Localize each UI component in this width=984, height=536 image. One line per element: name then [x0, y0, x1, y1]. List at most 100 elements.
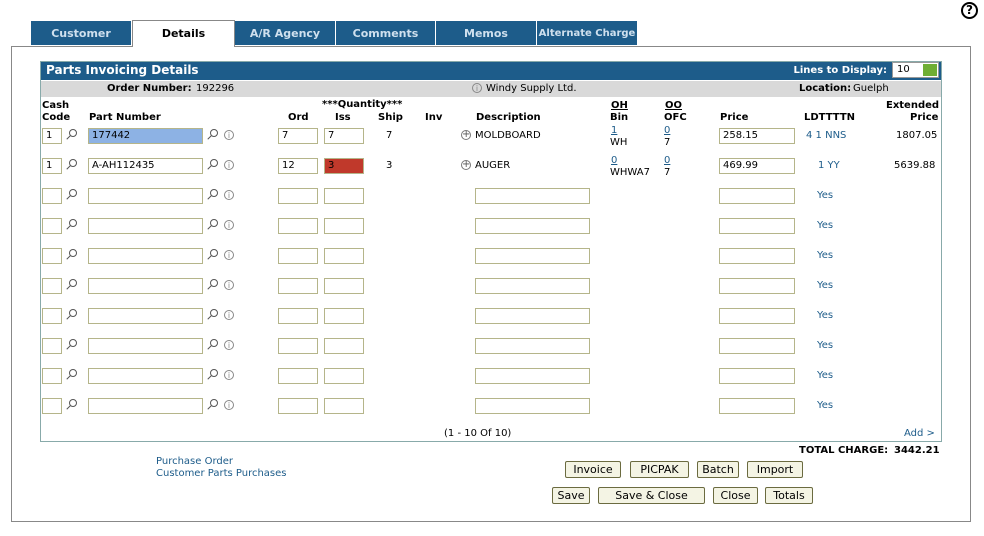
iss-input[interactable] — [324, 218, 364, 234]
part-number-input[interactable] — [88, 308, 203, 324]
part-number-input[interactable] — [88, 278, 203, 294]
expand-plus-icon[interactable]: + — [461, 160, 471, 170]
cash-code-input[interactable] — [42, 248, 62, 264]
close-button[interactable]: Close — [713, 487, 758, 504]
ldt-link[interactable]: Yes — [817, 370, 833, 381]
cash-code-input[interactable] — [42, 218, 62, 234]
ord-input[interactable]: 12 — [278, 158, 318, 174]
chevron-down-icon[interactable] — [923, 64, 937, 76]
part-number-input[interactable] — [88, 248, 203, 264]
ord-input[interactable] — [278, 368, 318, 384]
ldt-link[interactable]: Yes — [817, 400, 833, 411]
info-icon[interactable]: i — [224, 250, 234, 260]
info-icon[interactable]: i — [224, 340, 234, 350]
info-icon[interactable]: i — [224, 190, 234, 200]
ord-input[interactable] — [278, 248, 318, 264]
part-number-input[interactable]: 177442 — [88, 128, 203, 144]
ord-input[interactable] — [278, 308, 318, 324]
search-icon[interactable] — [206, 129, 218, 141]
part-number-input[interactable] — [88, 398, 203, 414]
search-icon[interactable] — [206, 309, 218, 321]
tab-alternate-charge[interactable]: Alternate Charge — [537, 21, 638, 45]
search-icon[interactable] — [65, 219, 77, 231]
part-number-input[interactable] — [88, 188, 203, 204]
totals-button[interactable]: Totals — [765, 487, 813, 504]
price-input[interactable] — [719, 248, 795, 264]
tab-memos[interactable]: Memos — [436, 21, 537, 45]
save-and-close-button[interactable]: Save & Close — [598, 487, 705, 504]
ldt-link[interactable]: Yes — [817, 310, 833, 321]
search-icon[interactable] — [206, 159, 218, 171]
ldt-link[interactable]: 1 YY — [818, 160, 840, 171]
description-input[interactable] — [475, 368, 590, 384]
help-icon[interactable]: ? — [961, 2, 978, 19]
cash-code-input[interactable] — [42, 338, 62, 354]
batch-button[interactable]: Batch — [697, 461, 739, 478]
description-input[interactable] — [475, 248, 590, 264]
iss-input[interactable] — [324, 308, 364, 324]
search-icon[interactable] — [206, 399, 218, 411]
price-input[interactable] — [719, 338, 795, 354]
info-icon[interactable]: i — [224, 370, 234, 380]
search-icon[interactable] — [65, 309, 77, 321]
part-number-input[interactable]: A-AH112435 — [88, 158, 203, 174]
search-icon[interactable] — [206, 339, 218, 351]
search-icon[interactable] — [65, 159, 77, 171]
price-input[interactable] — [719, 188, 795, 204]
oo-link[interactable]: 0 — [664, 125, 670, 136]
search-icon[interactable] — [65, 129, 77, 141]
search-icon[interactable] — [206, 279, 218, 291]
tab-details[interactable]: Details — [132, 20, 235, 47]
search-icon[interactable] — [65, 369, 77, 381]
ldt-link[interactable]: Yes — [817, 220, 833, 231]
cash-code-input[interactable] — [42, 398, 62, 414]
oo-link[interactable]: 0 — [664, 155, 670, 166]
description-input[interactable] — [475, 398, 590, 414]
search-icon[interactable] — [65, 189, 77, 201]
purchase-order-link[interactable]: Purchase Order — [156, 456, 233, 467]
part-number-input[interactable] — [88, 338, 203, 354]
ord-input[interactable]: 7 — [278, 128, 318, 144]
iss-input[interactable] — [324, 338, 364, 354]
customer-parts-purchases-link[interactable]: Customer Parts Purchases — [156, 468, 287, 479]
ldt-link[interactable]: Yes — [817, 280, 833, 291]
search-icon[interactable] — [206, 219, 218, 231]
info-icon[interactable]: i — [224, 310, 234, 320]
part-number-input[interactable] — [88, 368, 203, 384]
cash-code-input[interactable] — [42, 278, 62, 294]
description-input[interactable] — [475, 188, 590, 204]
oh-link[interactable]: 1 — [611, 125, 617, 136]
price-input[interactable] — [719, 368, 795, 384]
description-input[interactable] — [475, 308, 590, 324]
info-icon[interactable]: i — [224, 280, 234, 290]
ord-input[interactable] — [278, 338, 318, 354]
cash-code-input[interactable]: 1 — [42, 128, 62, 144]
search-icon[interactable] — [65, 249, 77, 261]
ldt-link[interactable]: 4 1 NNS — [806, 130, 846, 141]
tab-ar-agency[interactable]: A/R Agency — [235, 21, 336, 45]
price-input[interactable] — [719, 308, 795, 324]
cash-code-input[interactable] — [42, 368, 62, 384]
ord-input[interactable] — [278, 218, 318, 234]
save-button[interactable]: Save — [552, 487, 590, 504]
ord-input[interactable] — [278, 398, 318, 414]
info-icon[interactable]: i — [224, 130, 234, 140]
info-icon[interactable]: i — [224, 160, 234, 170]
description-input[interactable] — [475, 218, 590, 234]
price-input[interactable] — [719, 278, 795, 294]
search-icon[interactable] — [65, 279, 77, 291]
tab-comments[interactable]: Comments — [336, 21, 436, 45]
add-link[interactable]: Add > — [904, 428, 935, 439]
cash-code-input[interactable] — [42, 308, 62, 324]
price-input[interactable]: 258.15 — [719, 128, 795, 144]
info-icon[interactable]: i — [224, 400, 234, 410]
iss-input[interactable] — [324, 278, 364, 294]
header-oo[interactable]: OO — [665, 100, 682, 111]
picpak-button[interactable]: PICPAK — [630, 461, 689, 478]
invoice-button[interactable]: Invoice — [565, 461, 621, 478]
search-icon[interactable] — [65, 399, 77, 411]
info-icon[interactable]: i — [224, 220, 234, 230]
search-icon[interactable] — [206, 249, 218, 261]
ord-input[interactable] — [278, 188, 318, 204]
expand-plus-icon[interactable]: + — [461, 130, 471, 140]
